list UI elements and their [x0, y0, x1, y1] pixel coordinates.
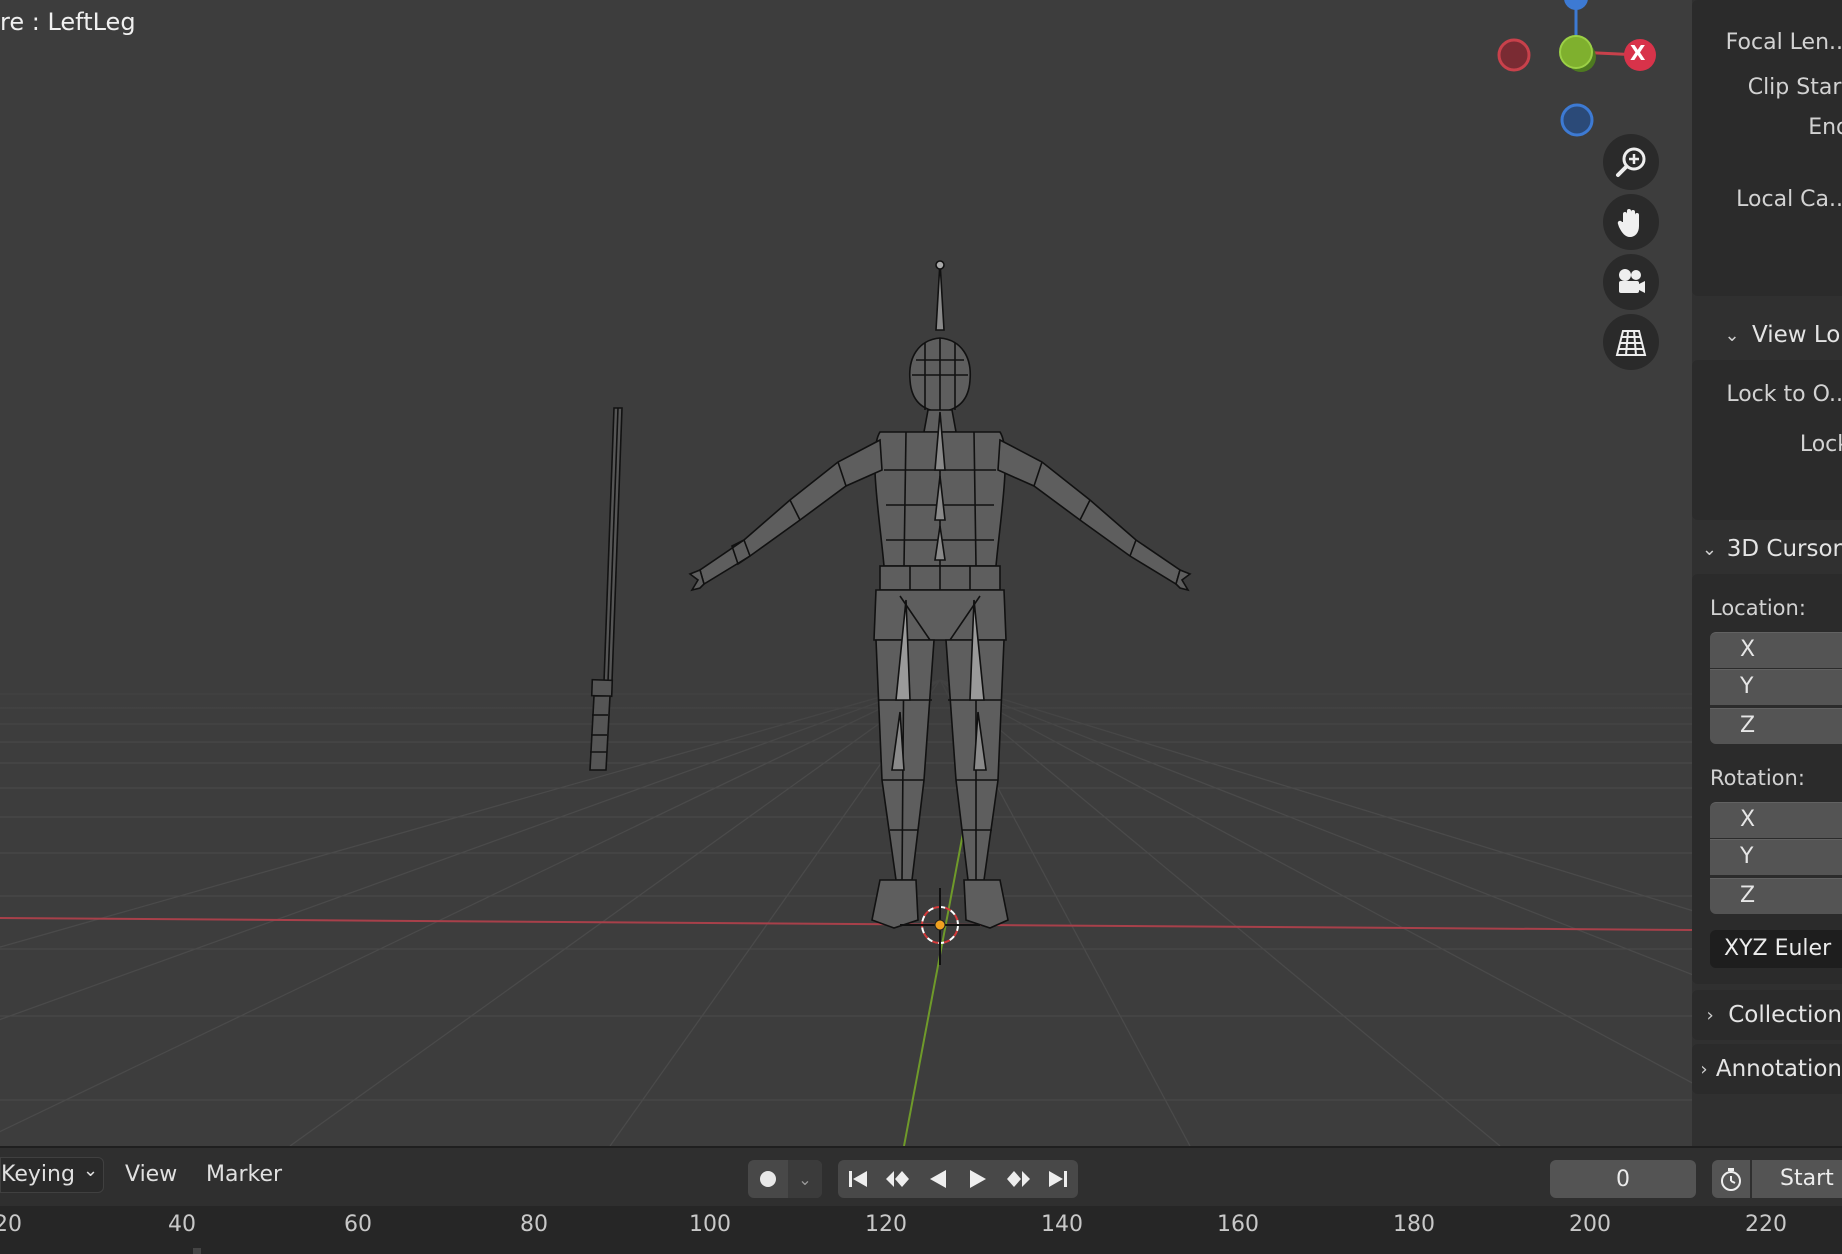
view-menu[interactable]: View: [125, 1162, 177, 1187]
active-object-title: re : LeftLeg: [0, 8, 136, 36]
location-label: Location:: [1710, 596, 1806, 620]
stopwatch-icon[interactable]: [1712, 1160, 1750, 1198]
start-frame-field[interactable]: Start: [1752, 1160, 1842, 1198]
annotations-title: Annotation: [1715, 1056, 1842, 1082]
chevron-down-icon: ⌄: [83, 1160, 99, 1181]
focal-length-label: Focal Len...: [1725, 30, 1842, 55]
sidebar-panel: Focal Len... Clip Start End Local Ca... …: [1692, 0, 1842, 1146]
hand-pan-icon[interactable]: [1603, 194, 1659, 250]
jump-to-end-icon[interactable]: [1038, 1160, 1078, 1198]
playback-controls: [838, 1160, 1078, 1198]
ruler-tick: 40: [168, 1212, 196, 1237]
lock-to-object-label: Lock to O...: [1726, 382, 1842, 407]
chevron-down-icon[interactable]: ⌄: [788, 1160, 822, 1198]
previous-keyframe-icon[interactable]: [878, 1160, 918, 1198]
chevron-down-icon: ⌄: [1724, 324, 1740, 346]
rotation-label: Rotation:: [1710, 766, 1805, 790]
lock-label: Lock: [1799, 432, 1842, 457]
annotations-section-header[interactable]: › Annotation: [1692, 1044, 1842, 1094]
ruler-tick: 100: [689, 1212, 731, 1237]
view-lock-section-header[interactable]: ⌄ View Lo: [1692, 310, 1842, 360]
play-reverse-icon[interactable]: [918, 1160, 958, 1198]
3d-cursor-section-header[interactable]: ⌄ 3D Cursor: [1692, 524, 1842, 574]
character-mesh[interactable]: [688, 260, 1192, 929]
3d-cursor-block: Location: X Y Z Rotation: X Y Z XYZ Eule…: [1692, 574, 1842, 984]
location-y-field[interactable]: Y: [1710, 669, 1842, 705]
ruler-tick: 140: [1041, 1212, 1083, 1237]
timeline-header: Keying ⌄ View Marker ⌄ 0 Start: [0, 1146, 1842, 1206]
record-icon[interactable]: [748, 1160, 788, 1198]
collection-title: Collection: [1728, 1002, 1842, 1028]
clip-start-label: Clip Start: [1747, 75, 1842, 100]
3d-cursor-title: 3D Cursor: [1726, 536, 1842, 562]
ruler-tick: 80: [520, 1212, 548, 1237]
timeline-ruler[interactable]: 20 40 60 80 100 120 140 160 180 200 220: [0, 1206, 1842, 1254]
jump-to-start-icon[interactable]: [838, 1160, 878, 1198]
rotation-z-field[interactable]: Z: [1710, 878, 1842, 914]
camera-icon[interactable]: [1603, 254, 1659, 310]
local-camera-label: Local Ca...: [1736, 187, 1842, 212]
clip-end-label: End: [1808, 115, 1842, 140]
x-axis-label: X: [1630, 41, 1646, 65]
ruler-tick: 200: [1569, 1212, 1611, 1237]
chevron-right-icon: ›: [1706, 1004, 1714, 1026]
ruler-tick: 20: [0, 1212, 22, 1237]
ruler-tick: 160: [1217, 1212, 1259, 1237]
ruler-tick: 60: [344, 1212, 372, 1237]
grid-view-icon[interactable]: [1603, 314, 1659, 370]
next-keyframe-icon[interactable]: [998, 1160, 1038, 1198]
current-frame-field[interactable]: 0: [1550, 1160, 1696, 1198]
negative-z-axis-handle[interactable]: [1560, 103, 1594, 137]
marker-menu[interactable]: Marker: [206, 1162, 282, 1187]
view-lock-title: View Lo: [1752, 322, 1841, 348]
ruler-tick: 180: [1393, 1212, 1435, 1237]
auto-keying-group: ⌄: [748, 1160, 822, 1198]
location-x-field[interactable]: X: [1710, 632, 1842, 668]
collection-section-header[interactable]: › Collection: [1692, 990, 1842, 1040]
viewport-scene[interactable]: [0, 0, 1842, 1146]
rotation-x-field[interactable]: X: [1710, 802, 1842, 838]
navigation-gizmo[interactable]: X: [1490, 0, 1660, 140]
chevron-right-icon: ›: [1700, 1058, 1708, 1080]
play-icon[interactable]: [958, 1160, 998, 1198]
playhead-marker[interactable]: [193, 1248, 201, 1254]
chevron-down-icon: ⌄: [1701, 538, 1717, 560]
ruler-tick: 220: [1745, 1212, 1787, 1237]
rotation-mode-dropdown[interactable]: XYZ Euler: [1710, 930, 1842, 968]
negative-x-axis-handle[interactable]: [1497, 38, 1531, 72]
rotation-y-field[interactable]: Y: [1710, 839, 1842, 875]
keying-menu[interactable]: Keying ⌄: [0, 1157, 104, 1193]
location-z-field[interactable]: Z: [1710, 708, 1842, 744]
y-axis-handle[interactable]: [1559, 35, 1593, 69]
ruler-tick: 120: [865, 1212, 907, 1237]
zoom-icon[interactable]: [1603, 134, 1659, 190]
keying-menu-label: Keying: [1, 1162, 75, 1187]
view-lock-block: Lock to O... Lock: [1692, 360, 1842, 520]
horizon-fade: [0, 640, 1692, 760]
3d-viewport[interactable]: re : LeftLeg X: [0, 0, 1842, 1146]
z-axis-handle[interactable]: [1564, 0, 1588, 10]
view-properties-block: Focal Len... Clip Start End Local Ca...: [1692, 0, 1842, 296]
